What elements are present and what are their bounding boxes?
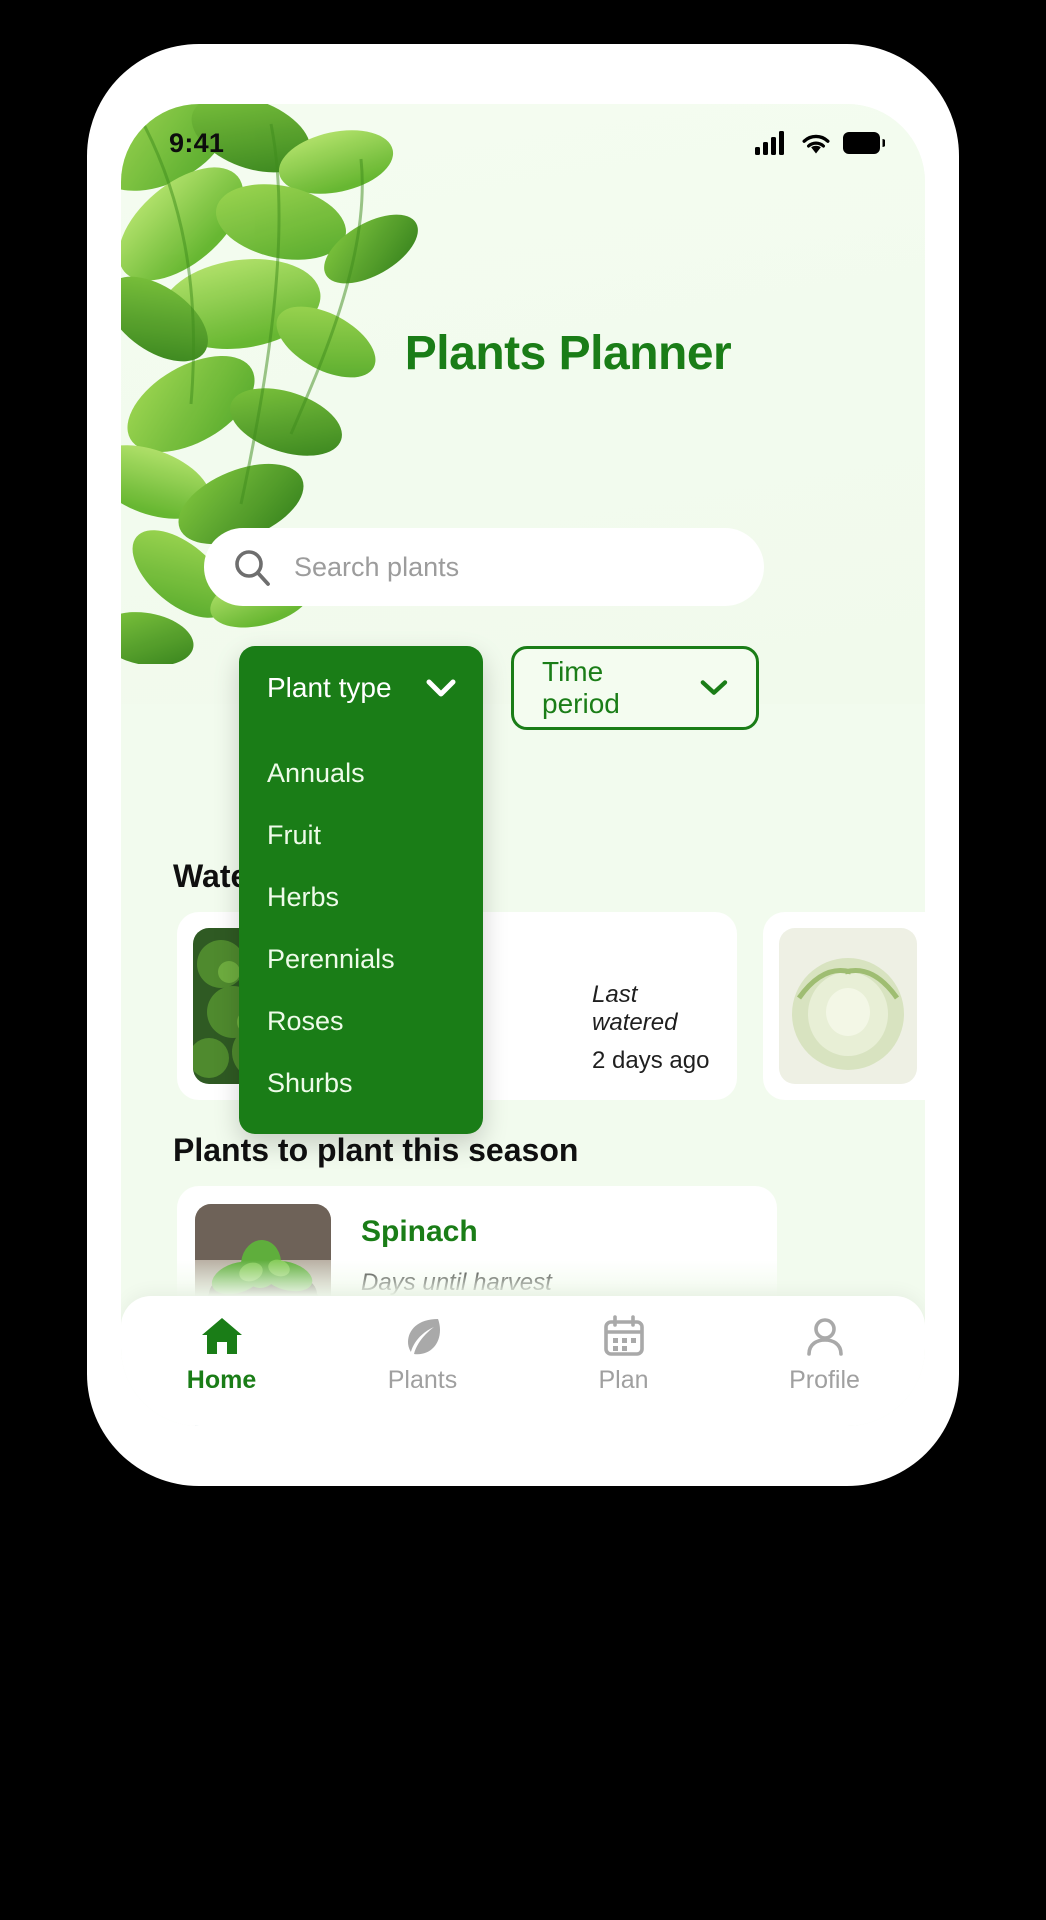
person-icon [806, 1318, 843, 1356]
calendar-icon [603, 1315, 644, 1356]
time-period-label: Time period [542, 656, 620, 719]
plant-thumbnail [779, 928, 917, 1084]
watered-value: 2 days ago [592, 1046, 710, 1074]
status-bar: 9:41 [121, 104, 925, 168]
dropdown-option-annuals[interactable]: Annuals [267, 744, 483, 806]
nav-label-plants: Plants [387, 1366, 458, 1394]
plant-type-dropdown-panel[interactable]: Plant type Annuals Fruit Herbs Perennial… [239, 646, 483, 1134]
battery-icon [843, 132, 885, 154]
nav-item-plan[interactable]: Plan [549, 1314, 699, 1395]
status-time: 9:41 [169, 127, 225, 158]
dropdown-option-fruit[interactable]: Fruit [267, 806, 483, 868]
phone-screen: 9:41 Plants Planner Search plants Time p… [121, 104, 925, 1426]
dropdown-option-shurbs[interactable]: Shurbs [267, 1054, 483, 1116]
dropdown-option-perennials[interactable]: Perennials [267, 930, 483, 992]
water-plant-card[interactable]: Cabbage Days until harvest 70 days Last … [763, 912, 925, 1100]
season-section-title: Plants to plant this season [173, 1132, 579, 1168]
watered-label: Last watered [592, 980, 678, 1036]
search-placeholder: Search plants [294, 551, 460, 582]
dropdown-option-roses[interactable]: Roses [267, 992, 483, 1054]
scroll-fade [121, 1260, 925, 1296]
status-icons [755, 131, 885, 155]
plant-name: Spinach [361, 1215, 478, 1248]
wifi-icon [802, 134, 830, 153]
plant-type-options-list: Annuals Fruit Herbs Perennials Roses Shu… [239, 730, 483, 1116]
plant-type-label: Plant type [267, 672, 392, 703]
plant-type-filter-button[interactable]: Plant type [239, 646, 483, 730]
search-icon [235, 550, 270, 586]
nav-item-plants[interactable]: Plants [348, 1314, 498, 1395]
cabbage-photo [779, 928, 917, 1084]
dropdown-option-herbs[interactable]: Herbs [267, 868, 483, 930]
cellular-signal-icon [755, 131, 784, 155]
nav-label-home: Home [186, 1366, 257, 1394]
search-input[interactable]: Search plants [204, 528, 764, 606]
home-icon [201, 1318, 242, 1354]
time-period-filter-button[interactable]: Time period [511, 646, 759, 730]
bottom-navigation-bar: Home Plants Plan Profile [121, 1296, 925, 1426]
leaf-icon [407, 1319, 440, 1355]
nav-item-profile[interactable]: Profile [750, 1314, 900, 1395]
chevron-down-icon [426, 679, 456, 697]
page-title: Plants Planner [404, 327, 732, 380]
nav-label-profile: Profile [789, 1366, 860, 1394]
nav-item-home[interactable]: Home [147, 1314, 297, 1395]
chevron-down-icon [700, 680, 728, 695]
nav-label-plan: Plan [598, 1366, 649, 1394]
